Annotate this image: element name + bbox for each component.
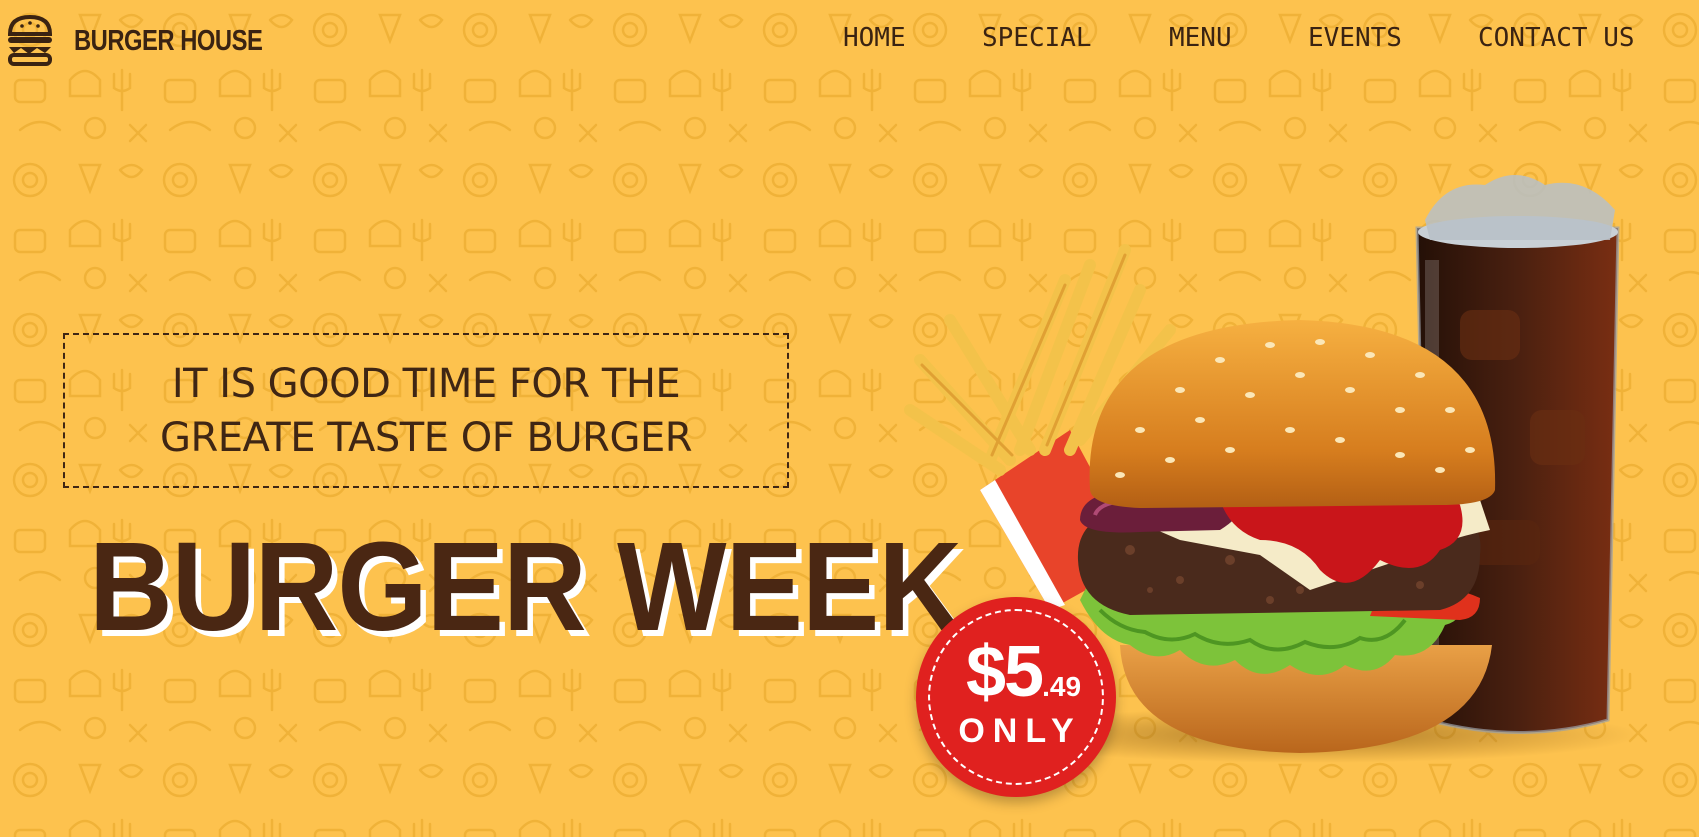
tagline-line-2: GREATE TASTE OF BURGER xyxy=(159,414,693,461)
burger xyxy=(1077,320,1496,753)
main-nav: HOME SPECIAL MENU EVENTS CONTACT US xyxy=(0,20,1699,60)
price-suffix: ONLY xyxy=(958,712,1082,750)
hero-headline: BURGER WEEK xyxy=(89,516,962,657)
nav-events[interactable]: EVENTS xyxy=(1308,20,1402,56)
tagline-line-1: IT IS GOOD TIME FOR THE xyxy=(171,360,681,407)
price-cents: .49 xyxy=(1042,671,1082,702)
nav-menu[interactable]: MENU xyxy=(1169,20,1232,56)
price-dollars: $5 xyxy=(966,632,1044,712)
price-badge: $5.49 ONLY xyxy=(916,597,1116,797)
tagline-box: IT IS GOOD TIME FOR THE GREATE TASTE OF … xyxy=(63,333,789,488)
nav-special[interactable]: SPECIAL xyxy=(982,20,1092,56)
nav-home[interactable]: HOME xyxy=(843,20,906,56)
nav-contact-us[interactable]: CONTACT US xyxy=(1478,20,1635,56)
price-amount: $5.49 xyxy=(966,632,1081,712)
